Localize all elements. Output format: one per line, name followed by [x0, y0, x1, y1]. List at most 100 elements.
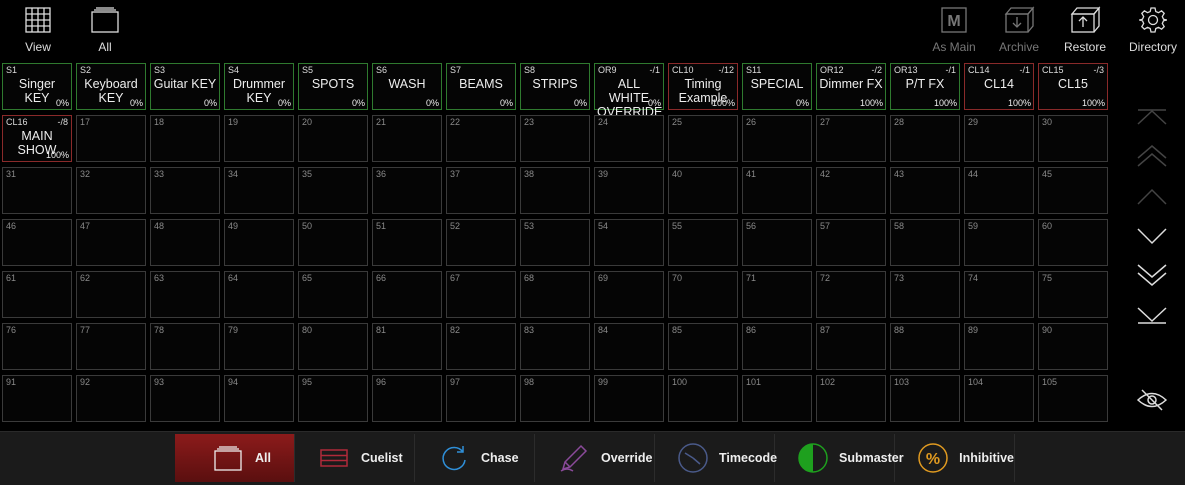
- empty-cell[interactable]: 66: [372, 271, 442, 318]
- playback-cell[interactable]: S6 WASH 0%: [372, 63, 442, 110]
- tab-override[interactable]: Override: [535, 434, 655, 482]
- empty-cell[interactable]: 71: [742, 271, 812, 318]
- empty-cell[interactable]: 70: [668, 271, 738, 318]
- empty-cell[interactable]: 83: [520, 323, 590, 370]
- empty-cell[interactable]: 50: [298, 219, 368, 266]
- empty-cell[interactable]: 55: [668, 219, 738, 266]
- empty-cell[interactable]: 62: [76, 271, 146, 318]
- empty-cell[interactable]: 26: [742, 115, 812, 162]
- empty-cell[interactable]: 21: [372, 115, 442, 162]
- empty-cell[interactable]: 85: [668, 323, 738, 370]
- empty-cell[interactable]: 97: [446, 375, 516, 422]
- empty-cell[interactable]: 80: [298, 323, 368, 370]
- empty-cell[interactable]: 88: [890, 323, 960, 370]
- empty-cell[interactable]: 34: [224, 167, 294, 214]
- empty-cell[interactable]: 84: [594, 323, 664, 370]
- empty-cell[interactable]: 67: [446, 271, 516, 318]
- empty-cell[interactable]: 52: [446, 219, 516, 266]
- empty-cell[interactable]: 96: [372, 375, 442, 422]
- empty-cell[interactable]: 91: [2, 375, 72, 422]
- empty-cell[interactable]: 82: [446, 323, 516, 370]
- empty-cell[interactable]: 73: [890, 271, 960, 318]
- empty-cell[interactable]: 51: [372, 219, 442, 266]
- empty-cell[interactable]: 99: [594, 375, 664, 422]
- scroll-bottom-icon[interactable]: [1136, 304, 1168, 328]
- empty-cell[interactable]: 87: [816, 323, 886, 370]
- as-main-button[interactable]: M As Main: [926, 0, 982, 60]
- empty-cell[interactable]: 102: [816, 375, 886, 422]
- empty-cell[interactable]: 30: [1038, 115, 1108, 162]
- empty-cell[interactable]: 103: [890, 375, 960, 422]
- empty-cell[interactable]: 93: [150, 375, 220, 422]
- playback-cell[interactable]: S11 SPECIAL 0%: [742, 63, 812, 110]
- empty-cell[interactable]: 79: [224, 323, 294, 370]
- playback-cell[interactable]: S8 STRIPS 0%: [520, 63, 590, 110]
- empty-cell[interactable]: 57: [816, 219, 886, 266]
- empty-cell[interactable]: 89: [964, 323, 1034, 370]
- empty-cell[interactable]: 37: [446, 167, 516, 214]
- empty-cell[interactable]: 94: [224, 375, 294, 422]
- empty-cell[interactable]: 24: [594, 115, 664, 162]
- page-down-icon[interactable]: [1136, 263, 1168, 287]
- playback-cell[interactable]: OR12 -/2 Dimmer FX 100%: [816, 63, 886, 110]
- empty-cell[interactable]: 75: [1038, 271, 1108, 318]
- empty-cell[interactable]: 41: [742, 167, 812, 214]
- empty-cell[interactable]: 92: [76, 375, 146, 422]
- empty-cell[interactable]: 98: [520, 375, 590, 422]
- archive-button[interactable]: Archive: [994, 0, 1044, 60]
- empty-cell[interactable]: 32: [76, 167, 146, 214]
- playback-cell[interactable]: S2 Keyboard KEY 0%: [76, 63, 146, 110]
- empty-cell[interactable]: 74: [964, 271, 1034, 318]
- tab-cuelist[interactable]: Cuelist: [295, 434, 415, 482]
- empty-cell[interactable]: 49: [224, 219, 294, 266]
- empty-cell[interactable]: 58: [890, 219, 960, 266]
- empty-cell[interactable]: 28: [890, 115, 960, 162]
- empty-cell[interactable]: 47: [76, 219, 146, 266]
- empty-cell[interactable]: 25: [668, 115, 738, 162]
- empty-cell[interactable]: 68: [520, 271, 590, 318]
- playback-cell[interactable]: CL14 -/1 CL14 100%: [964, 63, 1034, 110]
- empty-cell[interactable]: 27: [816, 115, 886, 162]
- empty-cell[interactable]: 65: [298, 271, 368, 318]
- empty-cell[interactable]: 104: [964, 375, 1034, 422]
- empty-cell[interactable]: 61: [2, 271, 72, 318]
- empty-cell[interactable]: 64: [224, 271, 294, 318]
- scroll-down-icon[interactable]: [1136, 224, 1168, 248]
- empty-cell[interactable]: 59: [964, 219, 1034, 266]
- empty-cell[interactable]: 38: [520, 167, 590, 214]
- playback-cell[interactable]: S7 BEAMS 0%: [446, 63, 516, 110]
- empty-cell[interactable]: 46: [2, 219, 72, 266]
- empty-cell[interactable]: 44: [964, 167, 1034, 214]
- playback-cell[interactable]: S3 Guitar KEY 0%: [150, 63, 220, 110]
- empty-cell[interactable]: 78: [150, 323, 220, 370]
- restore-button[interactable]: Restore: [1060, 0, 1110, 60]
- playback-cell[interactable]: CL15 -/3 CL15 100%: [1038, 63, 1108, 110]
- empty-cell[interactable]: 95: [298, 375, 368, 422]
- empty-cell[interactable]: 53: [520, 219, 590, 266]
- directory-button[interactable]: Directory: [1124, 0, 1182, 60]
- empty-cell[interactable]: 18: [150, 115, 220, 162]
- empty-cell[interactable]: 105: [1038, 375, 1108, 422]
- empty-cell[interactable]: 23: [520, 115, 590, 162]
- tab-all[interactable]: All: [175, 434, 295, 482]
- empty-cell[interactable]: 40: [668, 167, 738, 214]
- empty-cell[interactable]: 45: [1038, 167, 1108, 214]
- hide-eye-icon[interactable]: [1136, 387, 1168, 411]
- view-button[interactable]: View: [14, 0, 62, 60]
- empty-cell[interactable]: 72: [816, 271, 886, 318]
- empty-cell[interactable]: 69: [594, 271, 664, 318]
- empty-cell[interactable]: 43: [890, 167, 960, 214]
- empty-cell[interactable]: 90: [1038, 323, 1108, 370]
- playback-cell[interactable]: CL10 -/12 Timing Example 100%: [668, 63, 738, 110]
- empty-cell[interactable]: 56: [742, 219, 812, 266]
- empty-cell[interactable]: 60: [1038, 219, 1108, 266]
- playback-cell[interactable]: CL16 -/8 MAIN SHOW 100%: [2, 115, 72, 162]
- all-pages-button[interactable]: All: [82, 0, 128, 60]
- tab-chase[interactable]: Chase: [415, 434, 535, 482]
- empty-cell[interactable]: 54: [594, 219, 664, 266]
- empty-cell[interactable]: 76: [2, 323, 72, 370]
- empty-cell[interactable]: 33: [150, 167, 220, 214]
- empty-cell[interactable]: 100: [668, 375, 738, 422]
- empty-cell[interactable]: 77: [76, 323, 146, 370]
- empty-cell[interactable]: 36: [372, 167, 442, 214]
